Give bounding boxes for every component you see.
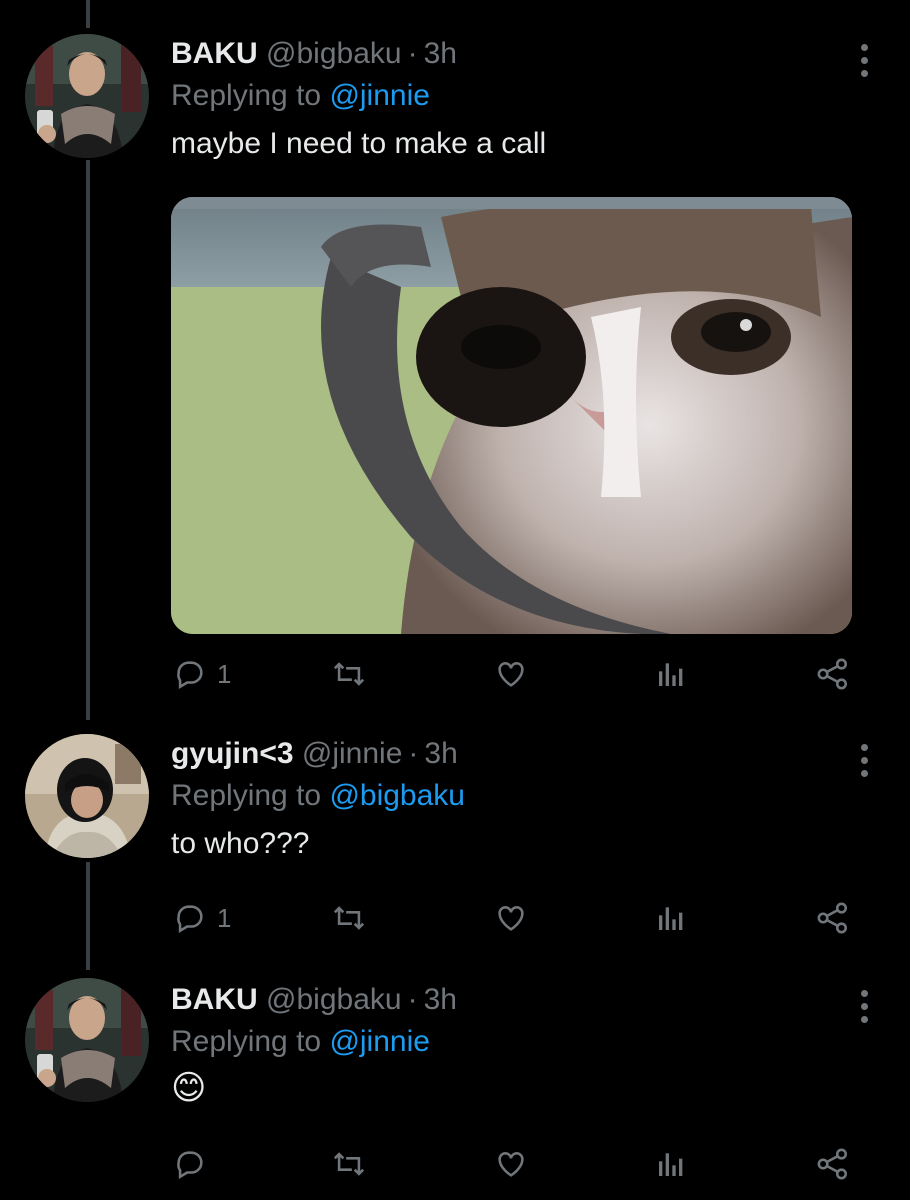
timestamp[interactable]: 3h bbox=[424, 737, 457, 770]
replying-to: Replying to @jinnie bbox=[171, 78, 870, 114]
analytics-icon bbox=[659, 1153, 683, 1176]
share-button[interactable] bbox=[815, 654, 851, 694]
user-handle[interactable]: @bigbaku bbox=[266, 37, 402, 70]
retweet-button[interactable] bbox=[331, 1144, 367, 1184]
tweet-text: maybe I need to make a call bbox=[171, 127, 547, 160]
share-button[interactable] bbox=[815, 898, 851, 938]
reply-count: 1 bbox=[217, 902, 232, 933]
reply-button[interactable]: 1 bbox=[173, 654, 231, 694]
reply-icon bbox=[177, 661, 203, 690]
like-icon bbox=[498, 906, 524, 931]
like-icon bbox=[498, 1152, 524, 1177]
tweet-media-image[interactable] bbox=[171, 197, 852, 634]
tweet-1[interactable]: BAKU @bigbaku · 3h Replying to @jinnie may… bbox=[0, 0, 910, 720]
like-button[interactable] bbox=[493, 1144, 529, 1184]
reply-button[interactable]: 1 bbox=[173, 898, 231, 938]
display-name[interactable]: BAKU bbox=[171, 983, 258, 1016]
analytics-icon bbox=[659, 907, 683, 930]
more-options-icon[interactable] bbox=[856, 744, 872, 777]
replying-prefix: Replying to bbox=[171, 79, 322, 112]
tweet-header: BAKU @bigbaku · 3h bbox=[171, 982, 870, 1018]
mention-link[interactable]: @jinnie bbox=[329, 1025, 430, 1058]
tweet-2[interactable]: gyujin<3 @jinnie · 3h Replying to @bigbaku… bbox=[0, 720, 910, 970]
tweet-3[interactable]: BAKU @bigbaku · 3h Replying to @jinnie 😊 bbox=[0, 970, 910, 1200]
replying-to: Replying to @jinnie bbox=[171, 1024, 870, 1060]
display-name[interactable]: gyujin<3 bbox=[171, 737, 294, 770]
mention-link[interactable]: @bigbaku bbox=[329, 779, 465, 812]
tweet-actions bbox=[171, 1144, 856, 1184]
share-icon bbox=[817, 902, 848, 934]
separator-dot: · bbox=[407, 983, 418, 1016]
tweet-header: BAKU @bigbaku · 3h bbox=[171, 36, 870, 72]
tweet-text: to who??? bbox=[171, 827, 310, 860]
replying-prefix: Replying to bbox=[171, 779, 322, 812]
like-icon bbox=[498, 662, 524, 687]
tweet-actions: 1 bbox=[171, 898, 856, 938]
reply-count: 1 bbox=[217, 658, 232, 689]
more-options-icon[interactable] bbox=[856, 44, 872, 77]
reply-icon bbox=[177, 905, 203, 934]
analytics-button[interactable] bbox=[655, 1144, 687, 1184]
retweet-icon bbox=[333, 662, 365, 686]
user-handle[interactable]: @bigbaku bbox=[266, 983, 402, 1016]
reply-button[interactable] bbox=[173, 1144, 217, 1184]
separator-dot: · bbox=[407, 37, 418, 70]
timestamp[interactable]: 3h bbox=[424, 37, 457, 70]
analytics-button[interactable] bbox=[655, 898, 687, 938]
analytics-icon bbox=[659, 663, 683, 686]
share-icon bbox=[817, 658, 848, 690]
avatar-jinnie[interactable] bbox=[25, 734, 149, 858]
more-options-icon[interactable] bbox=[856, 990, 872, 1023]
display-name[interactable]: BAKU bbox=[171, 37, 258, 70]
avatar-bigbaku[interactable] bbox=[25, 978, 149, 1102]
tweet-actions: 1 bbox=[171, 654, 856, 694]
share-icon bbox=[817, 1148, 848, 1180]
reply-icon bbox=[177, 1151, 203, 1180]
replying-prefix: Replying to bbox=[171, 1025, 322, 1058]
like-button[interactable] bbox=[493, 654, 529, 694]
tweet-header: gyujin<3 @jinnie · 3h bbox=[171, 736, 870, 772]
mention-link[interactable]: @jinnie bbox=[329, 79, 430, 112]
replying-to: Replying to @bigbaku bbox=[171, 778, 870, 814]
avatar-bigbaku[interactable] bbox=[25, 34, 149, 158]
tweet-text: 😊 bbox=[171, 1069, 207, 1107]
timestamp[interactable]: 3h bbox=[424, 983, 457, 1016]
retweet-icon bbox=[333, 1152, 365, 1176]
retweet-button[interactable] bbox=[331, 654, 367, 694]
share-button[interactable] bbox=[815, 1144, 851, 1184]
separator-dot: · bbox=[408, 737, 419, 770]
analytics-button[interactable] bbox=[655, 654, 687, 694]
user-handle[interactable]: @jinnie bbox=[302, 737, 403, 770]
like-button[interactable] bbox=[493, 898, 529, 938]
retweet-icon bbox=[333, 906, 365, 930]
retweet-button[interactable] bbox=[331, 898, 367, 938]
